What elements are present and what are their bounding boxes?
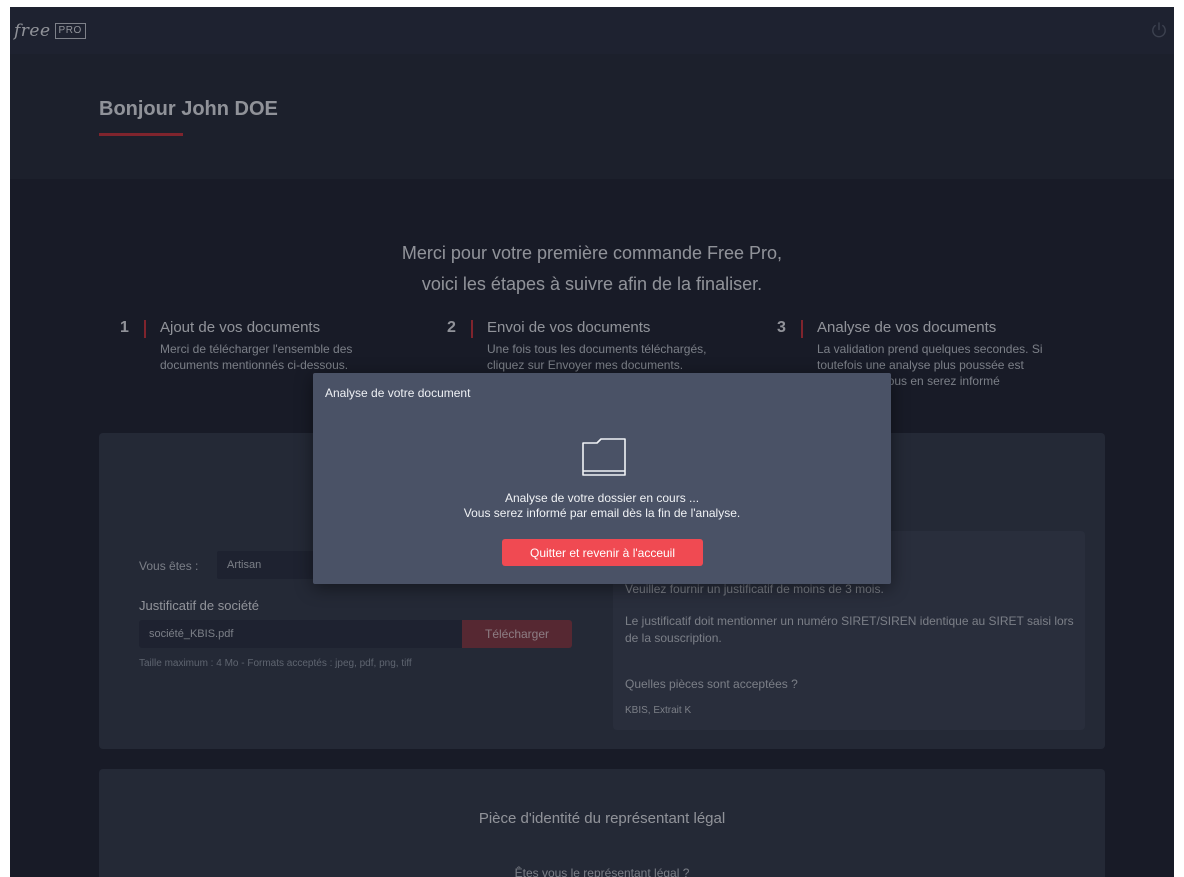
modal-email-note: Vous serez informé par email dès la fin … xyxy=(463,506,741,520)
analysis-modal: Analyse de votre document Analyse de vot… xyxy=(313,373,891,584)
folder-icon xyxy=(582,438,626,476)
modal-status-text: Analyse de votre dossier en cours ... xyxy=(504,491,700,505)
app-window: free PRO Bonjour John DOE Merci pour vot… xyxy=(10,7,1174,877)
modal-title: Analyse de votre document xyxy=(325,386,471,400)
quit-home-button[interactable]: Quitter et revenir à l'acceuil xyxy=(502,539,703,566)
